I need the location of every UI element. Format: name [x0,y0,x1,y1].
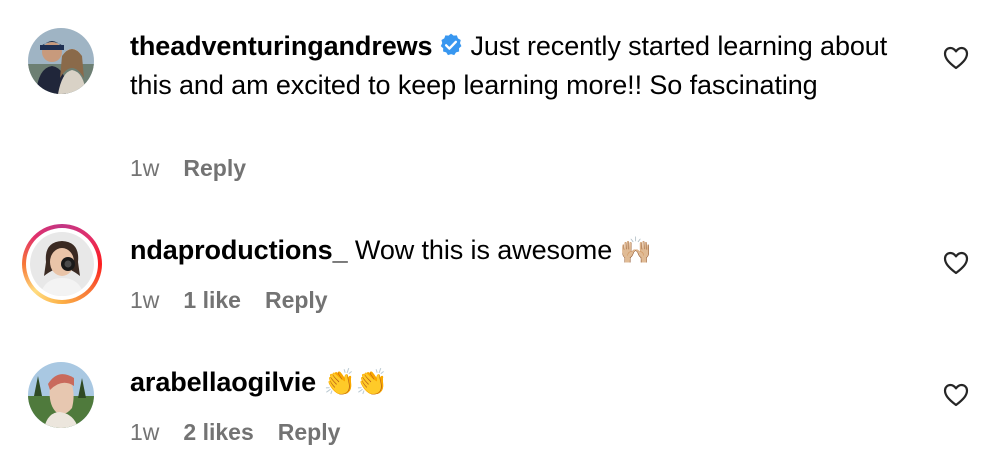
avatar-photo-icon [28,362,94,428]
like-heart-icon[interactable] [943,383,969,407]
avatar-photo-icon [30,232,94,296]
avatar-photo-icon [28,28,94,94]
reply-button[interactable]: Reply [278,419,341,446]
clapping-hands-emoji: 👏👏 [323,368,389,398]
comment-username[interactable]: arabellaogilvie [130,367,316,397]
like-heart-icon[interactable] [943,251,969,275]
comment-time[interactable]: 1w [130,155,159,182]
comment-meta: 1w 1 like Reply [130,287,328,314]
reply-button[interactable]: Reply [183,155,246,182]
like-heart-icon[interactable] [943,46,969,70]
comment-body: ndaproductions_ Wow this is awesome 🙌🏼 [130,232,900,269]
comment-body: arabellaogilvie 👏👏 [130,364,900,401]
reply-button[interactable]: Reply [265,287,328,314]
avatar [30,232,94,296]
raising-hands-emoji: 🙌🏼 [619,236,652,266]
avatar[interactable] [28,28,94,94]
comment-meta: 1w 2 likes Reply [130,419,340,446]
like-count[interactable]: 1 like [183,287,241,314]
story-ring[interactable] [22,224,102,304]
comment-username[interactable]: ndaproductions_ [130,235,348,265]
comment-username[interactable]: theadventuringandrews [130,31,433,61]
avatar[interactable] [28,362,94,428]
comment-time[interactable]: 1w [130,287,159,314]
verified-badge-icon [438,31,464,67]
comment-meta: 1w Reply [130,155,246,182]
comment-text: Wow this is awesome [354,235,613,265]
comment-time[interactable]: 1w [130,419,159,446]
comment-body: theadventuringandrews Just recently start… [130,28,900,103]
like-count[interactable]: 2 likes [183,419,253,446]
